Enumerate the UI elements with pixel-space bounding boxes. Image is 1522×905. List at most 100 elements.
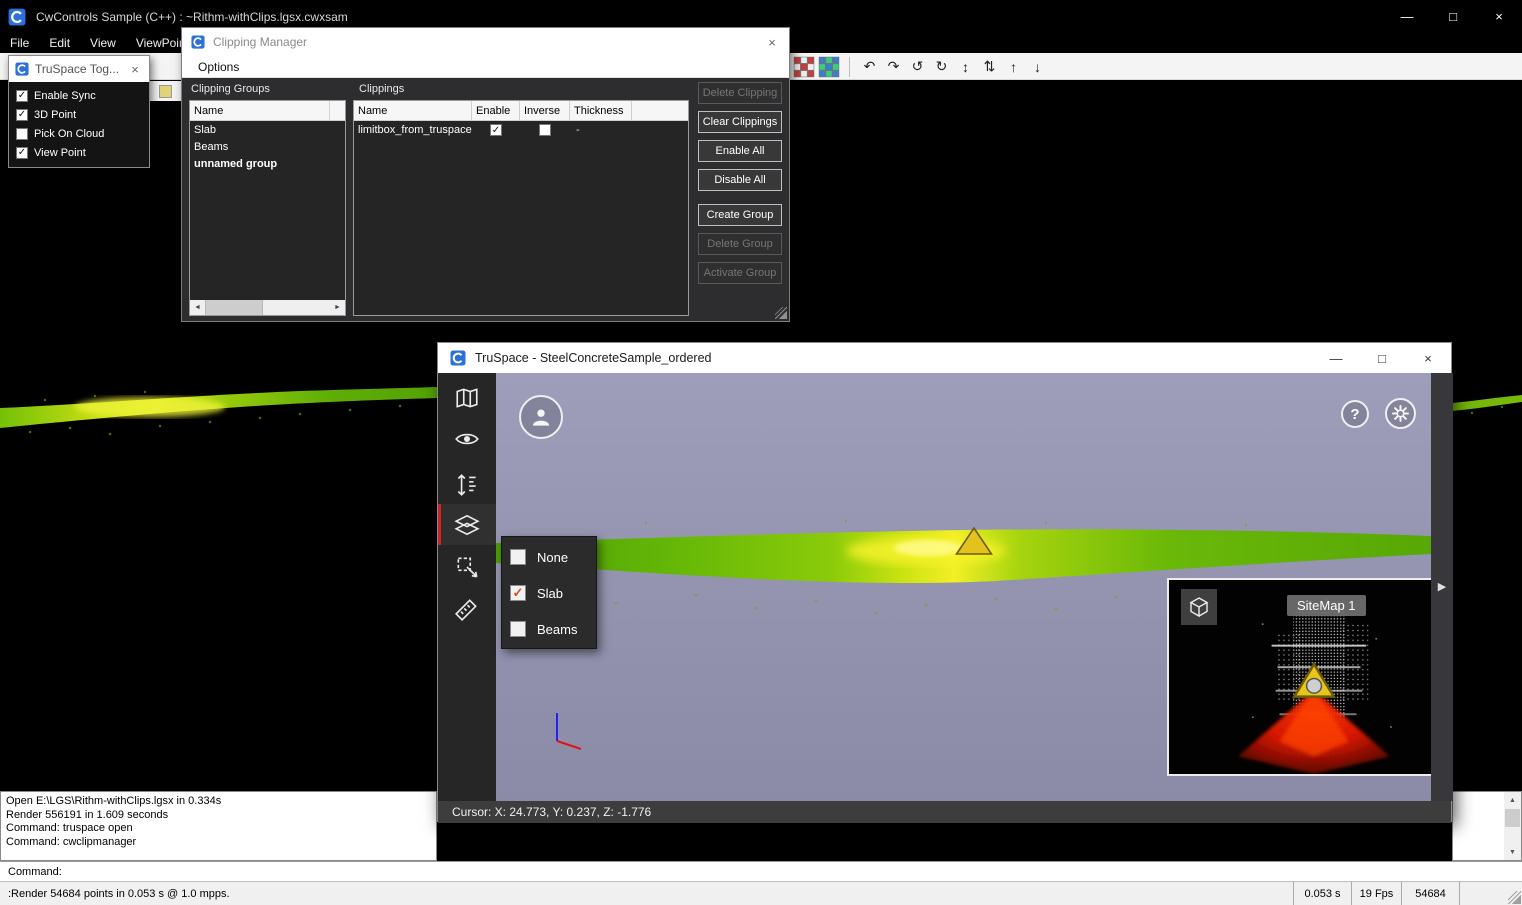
clippings-list[interactable]: Name Enable Inverse Thickness limitbox_f… — [353, 100, 689, 316]
toggle-view-point[interactable]: View Point — [9, 143, 149, 162]
drawer-expand-icon[interactable]: ▶ — [1431, 580, 1453, 593]
axes-indicator — [551, 711, 591, 755]
menu-edit[interactable]: Edit — [39, 33, 80, 53]
toggle-3d-point[interactable]: 3D Point — [9, 105, 149, 124]
menu-options[interactable]: Options — [198, 60, 239, 74]
clipping-name: limitbox_from_truspace — [354, 124, 472, 136]
viewpoint-arrow-icon[interactable]: ↶ — [859, 55, 880, 79]
activate-group-button[interactable]: Activate Group — [698, 262, 782, 284]
delete-clipping-button[interactable]: Delete Clipping — [698, 82, 782, 104]
clip-option-none[interactable]: None — [502, 539, 596, 575]
inverse-checkbox[interactable] — [539, 124, 551, 136]
clipping-row[interactable]: limitbox_from_truspace - — [354, 121, 688, 139]
sitemap-panel[interactable]: SiteMap 1 — [1167, 578, 1431, 776]
toggle-enable-sync[interactable]: Enable Sync — [9, 86, 149, 105]
main-point-cloud[interactable] — [0, 374, 437, 438]
panorama-view-button[interactable] — [519, 395, 563, 439]
delete-group-button[interactable]: Delete Group — [698, 233, 782, 255]
output-log-panel[interactable]: Open E:\LGS\Rithm-withClips.lgsx in 0.33… — [0, 791, 437, 861]
gear-icon — [1391, 404, 1410, 423]
clip-option-beams[interactable]: Beams — [502, 611, 596, 647]
toggle-pick-on-cloud[interactable]: Pick On Cloud — [9, 124, 149, 143]
color-grid-icon[interactable] — [793, 56, 815, 78]
close-button[interactable]: × — [1476, 0, 1522, 33]
scroll-up-icon[interactable]: ▲ — [1504, 792, 1521, 808]
viewpoint-arrow-icon[interactable]: ↻ — [931, 55, 952, 79]
clip-option-label: Beams — [537, 622, 577, 637]
checkbox[interactable] — [510, 585, 526, 601]
toggle-label: View Point — [34, 147, 86, 159]
disable-all-button[interactable]: Disable All — [698, 169, 782, 191]
enable-all-button[interactable]: Enable All — [698, 140, 782, 162]
menu-file[interactable]: File — [0, 33, 39, 53]
measure-icon[interactable] — [438, 464, 496, 505]
resize-grip[interactable] — [775, 307, 787, 319]
close-icon[interactable]: × — [764, 35, 780, 50]
checkbox[interactable] — [16, 90, 28, 102]
scrollbar-thumb[interactable] — [205, 300, 263, 315]
scroll-down-icon[interactable]: ▼ — [1504, 844, 1521, 860]
viewpoint-arrow-icon[interactable]: ↓ — [1027, 55, 1048, 79]
help-button[interactable]: ? — [1341, 400, 1369, 428]
checkbox[interactable] — [16, 109, 28, 121]
viewpoint-arrow-icon[interactable]: ⇅ — [979, 55, 1000, 79]
checkbox[interactable] — [510, 621, 526, 637]
sitemap-mode-button[interactable] — [1181, 589, 1217, 625]
truspace-3d-viewport[interactable]: ? — [496, 373, 1431, 801]
group-row[interactable]: Slab — [190, 121, 345, 138]
clipping-planes-icon[interactable] — [438, 504, 496, 545]
group-row[interactable]: Beams — [190, 138, 345, 155]
scroll-left-icon[interactable]: ◄ — [190, 300, 205, 315]
group-row[interactable]: unnamed group — [190, 155, 345, 172]
settings-button[interactable] — [1385, 398, 1416, 429]
column-divider — [329, 101, 330, 121]
scrollbar-thumb[interactable] — [1505, 809, 1520, 827]
create-group-button[interactable]: Create Group — [698, 204, 782, 226]
truspace-titlebar[interactable]: TruSpace - SteelConcreteSample_ordered —… — [438, 343, 1451, 373]
viewpoint-arrow-icon[interactable]: ↑ — [1003, 55, 1024, 79]
menu-view[interactable]: View — [80, 33, 126, 53]
minimize-button[interactable]: — — [1384, 0, 1430, 33]
status-render-time: 0.053 s — [1293, 882, 1351, 905]
enable-checkbox[interactable] — [490, 124, 502, 136]
maximize-button[interactable]: □ — [1359, 343, 1405, 373]
map-icon[interactable] — [438, 377, 496, 418]
viewpoint-arrow-icon[interactable]: ↷ — [883, 55, 904, 79]
cube-icon — [1187, 595, 1211, 619]
app-logo-icon — [191, 35, 205, 49]
help-icon: ? — [1350, 406, 1359, 423]
limit-box-icon[interactable] — [438, 546, 496, 587]
ruler-icon[interactable] — [438, 588, 496, 629]
checkbox[interactable] — [16, 128, 28, 140]
color-grid-icon[interactable] — [818, 56, 840, 78]
resize-grip[interactable] — [1508, 891, 1521, 904]
log-line: Command: cwclipmanager — [6, 836, 431, 850]
clear-clippings-button[interactable]: Clear Clippings — [698, 111, 782, 133]
dialog-titlebar[interactable]: TruSpace Tog... × — [9, 56, 149, 82]
clip-option-slab[interactable]: Slab — [502, 575, 596, 611]
app-logo-icon — [8, 8, 26, 26]
minimize-button[interactable]: — — [1313, 343, 1359, 373]
close-button[interactable]: × — [1405, 343, 1451, 373]
checkbox[interactable] — [510, 549, 526, 565]
command-input-row[interactable]: Command: — [0, 861, 1522, 881]
output-vertical-scrollbar[interactable]: ▲ ▼ — [1504, 792, 1521, 860]
clipping-groups-list[interactable]: Name Slab Beams unnamed group ◄ ► — [189, 100, 346, 316]
sitemap-title[interactable]: SiteMap 1 — [1287, 595, 1366, 616]
truspace-body: ? — [438, 373, 1451, 821]
scroll-right-icon[interactable]: ► — [330, 300, 345, 315]
dialog-titlebar[interactable]: Clipping Manager × — [182, 28, 789, 56]
viewpoint-arrow-icon[interactable]: ↺ — [907, 55, 928, 79]
checkbox[interactable] — [16, 147, 28, 159]
close-icon[interactable]: × — [127, 62, 143, 77]
clipping-manager-dialog: Clipping Manager × Options Clipping Grou… — [181, 27, 790, 322]
clipping-popup-menu: None Slab Beams — [501, 536, 597, 649]
toolbar-partial-icon[interactable] — [159, 85, 172, 98]
groups-horizontal-scrollbar[interactable]: ◄ ► — [190, 300, 345, 315]
maximize-button[interactable]: □ — [1430, 0, 1476, 33]
scrollbar-track[interactable] — [263, 300, 330, 315]
selected-tool-indicator — [438, 504, 441, 545]
truspace-window: TruSpace - SteelConcreteSample_ordered —… — [437, 342, 1452, 822]
viewpoint-arrow-icon[interactable]: ↕ — [955, 55, 976, 79]
eye-icon[interactable] — [438, 418, 496, 459]
